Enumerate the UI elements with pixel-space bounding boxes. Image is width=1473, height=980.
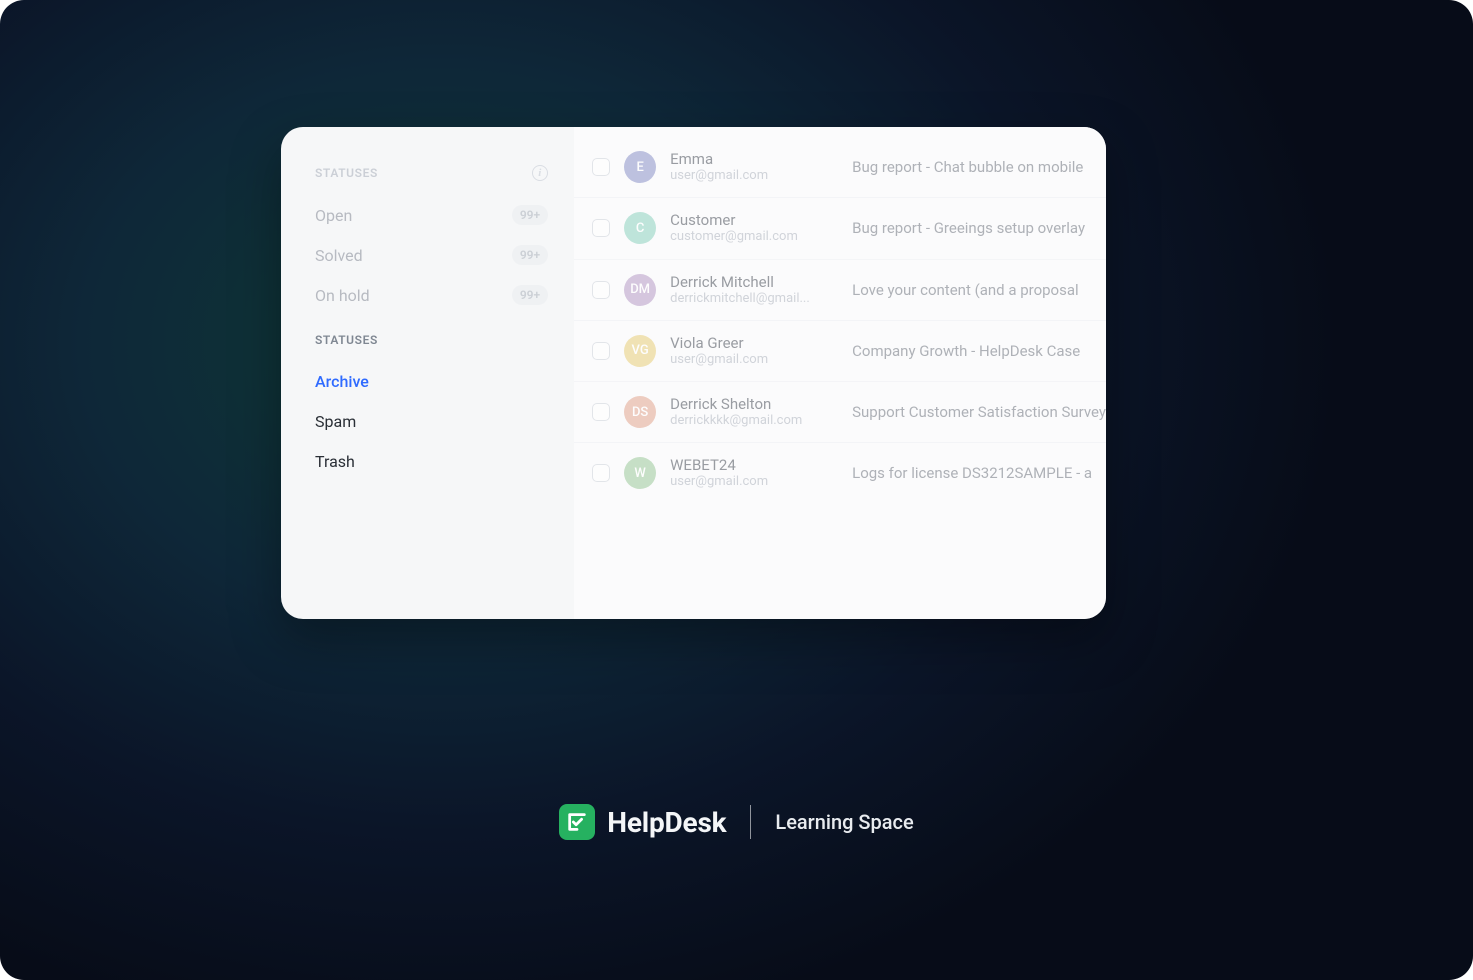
avatar-initials: VG xyxy=(632,343,649,358)
avatar: E xyxy=(624,151,656,183)
avatar: DS xyxy=(624,396,656,428)
sidebar-item-label: Solved xyxy=(315,246,363,265)
ticket-row[interactable]: DS Derrick Shelton derrickkkk@gmail.com … xyxy=(574,382,1106,443)
sender-name: Derrick Shelton xyxy=(670,395,838,413)
ticket-subject: Support Customer Satisfaction Survey xyxy=(852,403,1106,421)
footer: HelpDesk Learning Space xyxy=(0,804,1473,840)
helpdesk-logo-icon xyxy=(559,804,595,840)
sender: Emma user@gmail.com xyxy=(670,150,838,184)
sidebar-section-header-statuses-1: STATUSES i xyxy=(315,165,548,181)
brand-name: HelpDesk xyxy=(607,806,726,839)
row-checkbox[interactable] xyxy=(592,464,610,482)
sender: Viola Greer user@gmail.com xyxy=(670,334,838,368)
sender-name: Emma xyxy=(670,150,838,168)
sidebar-item-open[interactable]: Open 99+ xyxy=(315,195,548,235)
ticket-subject: Bug report - Chat bubble on mobile xyxy=(852,158,1106,176)
sender-email: derrickmitchell@gmail... xyxy=(670,291,838,307)
sidebar-section-header-statuses-2: STATUSES xyxy=(315,333,548,347)
ticket-subject: Bug report - Greeings setup overlay xyxy=(852,219,1106,237)
avatar: W xyxy=(624,457,656,489)
avatar-initials: DS xyxy=(632,405,648,420)
info-icon[interactable]: i xyxy=(532,165,548,181)
avatar-initials: E xyxy=(636,160,643,175)
sender-email: user@gmail.com xyxy=(670,352,838,368)
count-badge: 99+ xyxy=(512,205,548,225)
sender: Derrick Shelton derrickkkk@gmail.com xyxy=(670,395,838,429)
sender-name: WEBET24 xyxy=(670,456,838,474)
ticket-row[interactable]: C Customer customer@gmail.com Bug report… xyxy=(574,198,1106,259)
divider xyxy=(750,805,751,839)
avatar: VG xyxy=(624,335,656,367)
sender-email: user@gmail.com xyxy=(670,474,838,490)
ticket-list: E Emma user@gmail.com Bug report - Chat … xyxy=(574,127,1106,619)
sidebar-item-label: Open xyxy=(315,206,352,225)
sender: Customer customer@gmail.com xyxy=(670,211,838,245)
ticket-row[interactable]: DM Derrick Mitchell derrickmitchell@gmai… xyxy=(574,260,1106,321)
section-label: STATUSES xyxy=(315,333,378,347)
sender-name: Viola Greer xyxy=(670,334,838,352)
sidebar-item-trash[interactable]: Trash xyxy=(315,441,548,481)
sidebar-item-solved[interactable]: Solved 99+ xyxy=(315,235,548,275)
row-checkbox[interactable] xyxy=(592,158,610,176)
sidebar-item-spam[interactable]: Spam xyxy=(315,401,548,441)
page-background: STATUSES i Open 99+ Solved 99+ On hold 9… xyxy=(0,0,1473,980)
ticket-subject: Love your content (and a proposal xyxy=(852,281,1106,299)
sender-email: customer@gmail.com xyxy=(670,229,838,245)
ticket-row[interactable]: VG Viola Greer user@gmail.com Company Gr… xyxy=(574,321,1106,382)
sender-name: Customer xyxy=(670,211,838,229)
ticket-subject: Company Growth - HelpDesk Case xyxy=(852,342,1106,360)
sidebar: STATUSES i Open 99+ Solved 99+ On hold 9… xyxy=(281,127,574,619)
ticket-row[interactable]: E Emma user@gmail.com Bug report - Chat … xyxy=(574,137,1106,198)
sidebar-item-onhold[interactable]: On hold 99+ xyxy=(315,275,548,315)
sidebar-item-label: On hold xyxy=(315,286,370,305)
row-checkbox[interactable] xyxy=(592,403,610,421)
ticket-subject: Logs for license DS3212SAMPLE - a xyxy=(852,464,1106,482)
sidebar-item-label: Spam xyxy=(315,412,356,431)
avatar-initials: DM xyxy=(630,282,650,297)
tagline: Learning Space xyxy=(775,810,913,834)
avatar-initials: W xyxy=(634,466,645,481)
sidebar-item-label: Archive xyxy=(315,372,369,391)
sender-name: Derrick Mitchell xyxy=(670,273,838,291)
avatar-initials: C xyxy=(636,221,645,236)
sidebar-item-label: Trash xyxy=(315,452,355,471)
section-label: STATUSES xyxy=(315,166,378,180)
brand: HelpDesk xyxy=(559,804,726,840)
sidebar-item-archive[interactable]: Archive xyxy=(315,361,548,401)
avatar: DM xyxy=(624,274,656,306)
sender-email: derrickkkk@gmail.com xyxy=(670,413,838,429)
row-checkbox[interactable] xyxy=(592,281,610,299)
sender: Derrick Mitchell derrickmitchell@gmail..… xyxy=(670,273,838,307)
sender-email: user@gmail.com xyxy=(670,168,838,184)
count-badge: 99+ xyxy=(512,245,548,265)
count-badge: 99+ xyxy=(512,285,548,305)
app-window: STATUSES i Open 99+ Solved 99+ On hold 9… xyxy=(281,127,1106,619)
row-checkbox[interactable] xyxy=(592,219,610,237)
ticket-row[interactable]: W WEBET24 user@gmail.com Logs for licens… xyxy=(574,443,1106,503)
avatar: C xyxy=(624,212,656,244)
row-checkbox[interactable] xyxy=(592,342,610,360)
sender: WEBET24 user@gmail.com xyxy=(670,456,838,490)
